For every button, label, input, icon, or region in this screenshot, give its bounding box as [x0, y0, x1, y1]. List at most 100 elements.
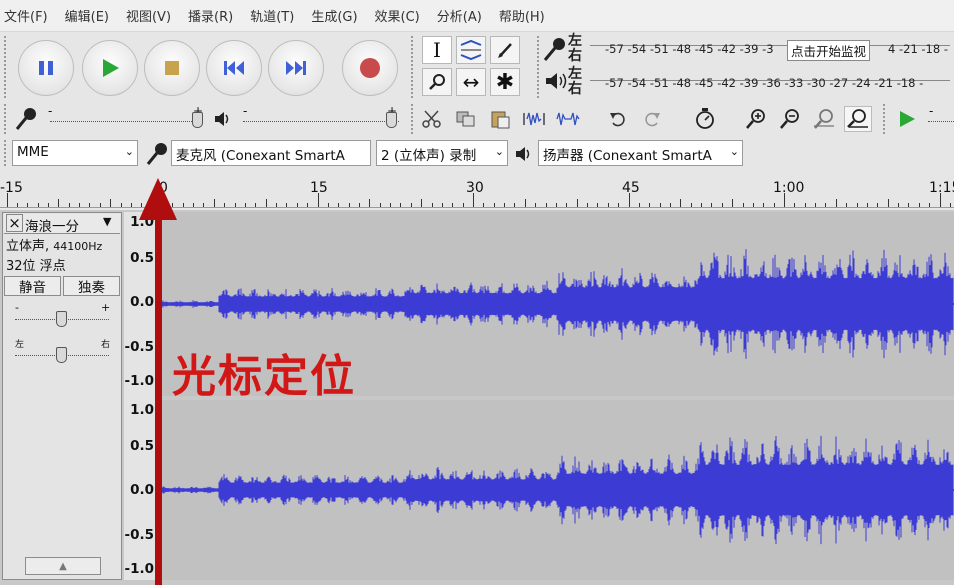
- zoom-out-button[interactable]: [776, 106, 804, 132]
- ruler-tick: [628, 193, 630, 207]
- menu-view[interactable]: 视图(V): [126, 6, 171, 25]
- play-button[interactable]: [82, 40, 138, 96]
- ruler-tick: [576, 199, 578, 207]
- output-volume-slider[interactable]: [243, 121, 399, 122]
- gain-slider-thumb[interactable]: [56, 311, 67, 327]
- scale-label: -0.5: [124, 527, 154, 543]
- undo-button[interactable]: [604, 106, 632, 132]
- toolbar-grip[interactable]: [411, 36, 417, 98]
- ruler-tick: [234, 203, 236, 207]
- fit-project-button[interactable]: [844, 106, 872, 132]
- trim-button[interactable]: [520, 106, 548, 132]
- timeshift-tool-button[interactable]: ↔: [456, 68, 486, 96]
- track-control-panel: × 海浪一分 ▼ 立体声, 44100Hz 32位 浮点 静音 独奏 - + 左…: [2, 212, 122, 580]
- output-volume-thumb[interactable]: [386, 112, 397, 128]
- ruler-tick: [701, 203, 703, 207]
- toolbar-grip[interactable]: [4, 104, 10, 134]
- ruler-tick: [120, 203, 122, 207]
- ruler-tick: [286, 203, 288, 207]
- ruler-tick: [732, 199, 734, 207]
- silence-button[interactable]: [554, 106, 582, 132]
- input-device-select[interactable]: 麦克风 (Conexant SmartA: [171, 140, 371, 166]
- toolbar-grip[interactable]: [411, 104, 417, 134]
- pencil-icon: [498, 43, 512, 58]
- audio-host-select[interactable]: MME ⌄: [12, 140, 138, 166]
- playback-meter-left-label: 左: [568, 66, 582, 82]
- copy-button[interactable]: [452, 106, 480, 132]
- menu-analyze[interactable]: 分析(A): [437, 6, 482, 25]
- skip-end-icon: [286, 61, 306, 75]
- ruler-tick: [815, 203, 817, 207]
- envelope-tool-button[interactable]: [456, 36, 486, 64]
- input-volume-slider[interactable]: [50, 121, 202, 122]
- play-at-speed-button[interactable]: [893, 106, 921, 132]
- ruler-tick: [400, 203, 402, 207]
- sync-lock-button[interactable]: [691, 105, 719, 131]
- undo-icon: [610, 112, 625, 127]
- toolbar-grip[interactable]: [4, 36, 10, 98]
- ruler-tick: [213, 199, 215, 207]
- cut-button[interactable]: [418, 106, 446, 132]
- multi-tool-button[interactable]: ✱: [490, 68, 520, 96]
- skip-to-start-button[interactable]: [206, 40, 262, 96]
- ruler-tick: [348, 203, 350, 207]
- redo-button[interactable]: [638, 106, 666, 132]
- zoom-in-button[interactable]: [742, 106, 770, 132]
- ruler-tick: [317, 193, 319, 207]
- draw-tool-button[interactable]: [490, 36, 520, 64]
- menu-file[interactable]: 文件(F): [4, 6, 48, 25]
- ruler-tick: [99, 203, 101, 207]
- vertical-scale[interactable]: [124, 212, 158, 580]
- mute-button[interactable]: 静音: [4, 276, 61, 296]
- start-monitoring-label[interactable]: 点击开始监视: [787, 40, 871, 61]
- toolbar-grip[interactable]: [883, 104, 889, 134]
- solo-button[interactable]: 独奏: [63, 276, 120, 296]
- waveform-right-channel[interactable]: [159, 400, 954, 580]
- collapse-track-button[interactable]: ▲: [25, 557, 101, 575]
- fit-selection-button[interactable]: [810, 106, 838, 132]
- ruler-tick: [607, 203, 609, 207]
- scale-label: 0.0: [130, 482, 154, 498]
- ruler-tick: [182, 203, 184, 207]
- selection-tool-button[interactable]: I: [422, 36, 452, 64]
- play-speed-slider[interactable]: [928, 121, 954, 122]
- playback-meter-scale: -57 -54 -51 -48 -45 -42 -39 -36 -33 -30 …: [605, 76, 924, 90]
- output-device-select[interactable]: 扬声器 (Conexant SmartA ⌄: [538, 140, 743, 166]
- ruler-tick: [89, 203, 91, 207]
- ruler-tick: [846, 203, 848, 207]
- silence-icon: [556, 112, 580, 126]
- pan-slider-thumb[interactable]: [56, 347, 67, 363]
- scale-label: 0.5: [130, 438, 154, 454]
- pan-left-label: 左: [15, 340, 25, 350]
- paste-button[interactable]: [486, 106, 514, 132]
- menu-tracks[interactable]: 轨道(T): [250, 6, 294, 25]
- pause-button[interactable]: [18, 40, 74, 96]
- close-track-button[interactable]: ×: [6, 214, 23, 232]
- ruler-tick: [224, 203, 226, 207]
- record-button[interactable]: [342, 40, 398, 96]
- ruler-tick: [6, 193, 8, 207]
- toolbar-grip[interactable]: [4, 140, 10, 166]
- track-menu-arrow-icon[interactable]: ▼: [103, 215, 111, 228]
- record-meter-mic-icon[interactable]: [542, 36, 568, 66]
- menu-help[interactable]: 帮助(H): [499, 6, 545, 25]
- ruler-tick: [773, 203, 775, 207]
- ruler-label: -15: [0, 180, 23, 196]
- zoom-tool-button[interactable]: [422, 68, 452, 96]
- ruler-tick: [79, 203, 81, 207]
- skip-to-end-button[interactable]: [268, 40, 324, 96]
- ruler-tick: [918, 203, 920, 207]
- menu-effect[interactable]: 效果(C): [375, 6, 420, 25]
- menu-transport[interactable]: 播录(R): [188, 6, 233, 25]
- track-name-button[interactable]: 海浪一分: [25, 215, 79, 235]
- ruler-tick: [566, 203, 568, 207]
- ruler-tick: [47, 203, 49, 207]
- menu-edit[interactable]: 编辑(E): [65, 6, 109, 25]
- stop-button[interactable]: [144, 40, 200, 96]
- record-meter-scale: -57 -54 -51 -48 -45 -42 -39 -3: [605, 42, 774, 56]
- channels-select[interactable]: 2 (立体声) 录制 ⌄: [376, 140, 508, 166]
- input-volume-thumb[interactable]: [192, 112, 203, 128]
- menu-generate[interactable]: 生成(G): [311, 6, 357, 25]
- scale-label: -1.0: [124, 561, 154, 577]
- playback-meter-speaker-icon[interactable]: [544, 70, 568, 96]
